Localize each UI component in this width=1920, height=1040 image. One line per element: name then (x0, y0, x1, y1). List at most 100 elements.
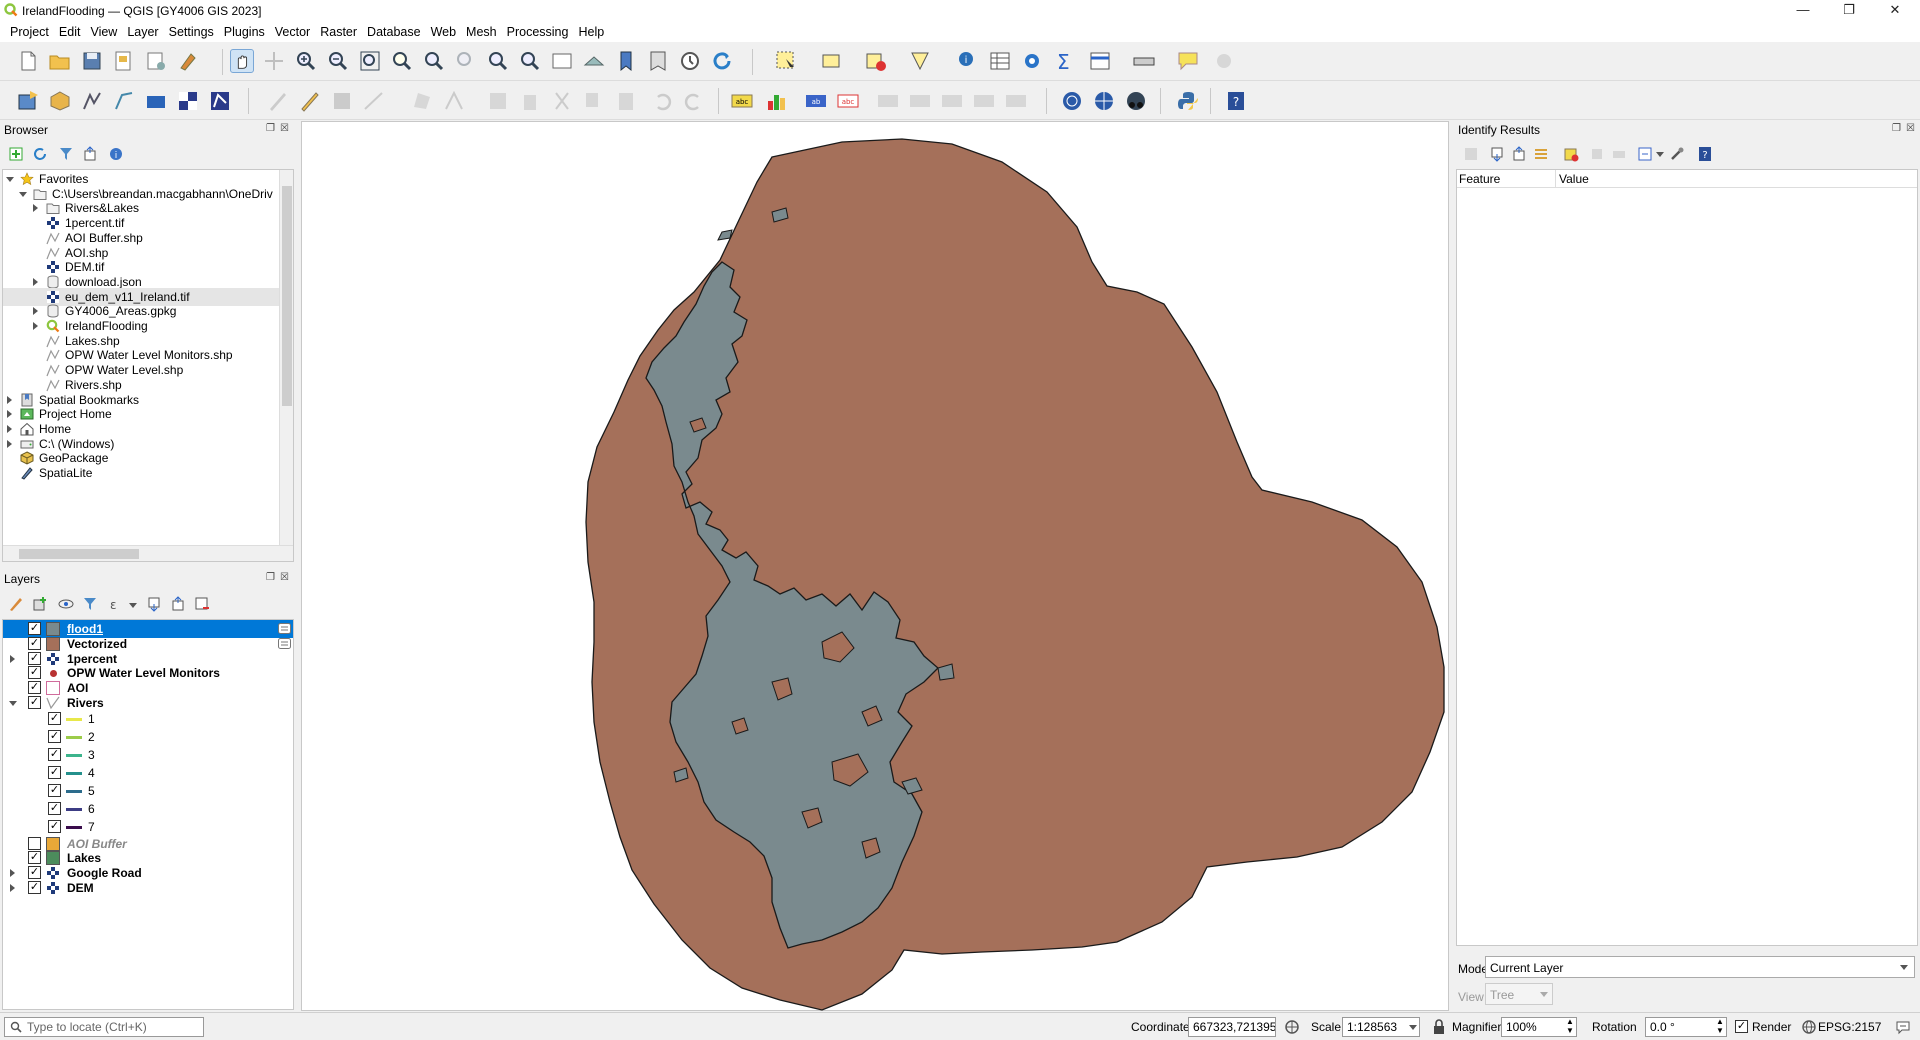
messages-icon[interactable] (1895, 1019, 1911, 1035)
chevron-down-icon[interactable] (1409, 1025, 1417, 1030)
menu-help[interactable]: Help (573, 22, 609, 39)
legend-class-item[interactable]: ✓ 6 (3, 800, 293, 818)
line-symbol-icon[interactable] (66, 736, 82, 739)
zoom-to-layer-icon[interactable] (422, 49, 446, 73)
label-toolbar-icon[interactable]: abc (730, 89, 754, 113)
float-dock-icon[interactable]: ❐ (266, 123, 275, 134)
add-polygon-icon[interactable] (410, 89, 434, 113)
expand-tree-icon[interactable] (1463, 146, 1479, 162)
add-group-icon[interactable] (32, 596, 48, 612)
open-project-icon[interactable] (48, 49, 72, 73)
refresh-icon[interactable] (710, 49, 734, 73)
layer-visibility-checkbox[interactable]: ✓ (48, 766, 61, 779)
statistical-summary-icon[interactable]: Σ (1052, 49, 1076, 73)
new-project-icon[interactable] (16, 49, 40, 73)
select-location-icon[interactable] (908, 49, 932, 73)
digitize-icon[interactable] (362, 89, 386, 113)
open-field-calculator-icon[interactable] (1088, 49, 1112, 73)
mode-select[interactable]: Current Layer (1485, 956, 1915, 978)
chevron-down-icon[interactable] (129, 603, 137, 608)
view-select[interactable]: Tree (1485, 983, 1553, 1005)
label-properties-icon[interactable] (1004, 89, 1028, 113)
filter-indicator-icon[interactable] (278, 623, 291, 634)
layer-visibility-checkbox[interactable]: ✓ (28, 866, 41, 879)
new-virtual-layer-icon[interactable] (144, 89, 168, 113)
lock-scale-icon[interactable] (1432, 1019, 1446, 1035)
chevron-right-icon[interactable] (33, 322, 38, 330)
select-features-icon[interactable] (774, 49, 798, 73)
remove-layer-icon[interactable] (194, 596, 210, 612)
identify-features-icon[interactable]: i (956, 49, 980, 73)
close-dock-icon[interactable]: ☒ (1906, 123, 1915, 134)
browser-horizontal-scrollbar[interactable] (3, 545, 293, 561)
redo-icon[interactable] (682, 89, 706, 113)
line-symbol-icon[interactable] (66, 790, 82, 793)
menu-edit[interactable]: Edit (54, 22, 86, 39)
refresh-browser-icon[interactable] (32, 146, 48, 162)
layer-visibility-checkbox[interactable]: ✓ (28, 622, 41, 635)
web-search-icon[interactable] (1092, 89, 1116, 113)
float-dock-icon[interactable]: ❐ (1892, 123, 1901, 134)
layer-visibility-checkbox[interactable]: ✓ (28, 681, 41, 694)
menu-plugins[interactable]: Plugins (219, 22, 270, 39)
chevron-right-icon[interactable] (33, 204, 38, 213)
layout-manager-icon[interactable] (144, 49, 168, 73)
toggle-editing-icon[interactable] (298, 89, 322, 113)
legend-class-item[interactable]: ✓ 2 (3, 728, 293, 746)
change-label-icon[interactable] (972, 89, 996, 113)
python-console-icon[interactable] (1176, 89, 1200, 113)
measure-line-icon[interactable] (1132, 49, 1156, 73)
gear-icon[interactable] (1212, 49, 1236, 73)
manage-map-themes-icon[interactable] (58, 596, 74, 612)
zoom-to-selection-icon[interactable] (390, 49, 414, 73)
coordinate-field[interactable]: 667323,721395 (1188, 1017, 1276, 1037)
show-bookmarks-icon[interactable] (646, 49, 670, 73)
legend-class-item[interactable]: ✓ 4 (3, 764, 293, 782)
legend-class-item[interactable]: ✓ 3 (3, 746, 293, 764)
zoom-full-icon[interactable] (358, 49, 382, 73)
vertex-tool-icon[interactable] (442, 89, 466, 113)
spinbox-arrows-icon[interactable]: ▲ ▼ (1566, 1018, 1574, 1035)
spinbox-arrows-icon[interactable]: ▲ ▼ (1716, 1018, 1724, 1035)
layer-visibility-checkbox[interactable]: ✓ (28, 637, 41, 650)
collapse-all-icon[interactable] (170, 596, 186, 612)
deselect-features-icon[interactable] (864, 49, 888, 73)
undo-icon[interactable] (650, 89, 674, 113)
layer-visibility-checkbox[interactable]: ✓ (48, 712, 61, 725)
pan-to-selection-icon[interactable] (262, 49, 286, 73)
highlight-pinned-labels-icon[interactable]: ab (804, 89, 828, 113)
zoom-native-icon[interactable] (454, 49, 478, 73)
identify-settings-icon[interactable] (1669, 146, 1685, 162)
map-canvas[interactable] (301, 121, 1449, 1011)
chevron-right-icon[interactable] (10, 884, 15, 892)
filter-by-expression-icon[interactable]: ε (108, 596, 124, 612)
magnifier-field[interactable]: 100% ▲ ▼ (1501, 1017, 1577, 1037)
chevron-right-icon[interactable] (10, 869, 15, 877)
layer-symbol-swatch[interactable] (46, 622, 60, 636)
menu-database[interactable]: Database (362, 22, 426, 39)
pin-unpin-labels-icon[interactable]: abc (836, 89, 860, 113)
diagram-options-icon[interactable] (764, 89, 788, 113)
edit-attributes-icon[interactable] (486, 89, 510, 113)
menu-web[interactable]: Web (426, 22, 461, 39)
menu-layer[interactable]: Layer (122, 22, 163, 39)
help-icon[interactable]: ? (1697, 146, 1713, 162)
menu-mesh[interactable]: Mesh (461, 22, 502, 39)
zoom-next-icon[interactable] (518, 49, 542, 73)
close-window-button[interactable]: ✕ (1872, 0, 1918, 22)
chevron-right-icon[interactable] (7, 395, 12, 404)
line-symbol-icon[interactable] (66, 826, 82, 829)
expand-all-icon[interactable] (1533, 146, 1549, 162)
close-dock-icon[interactable]: ☒ (280, 123, 289, 134)
layer-visibility-checkbox[interactable]: ✓ (48, 802, 61, 815)
pan-map-icon[interactable] (230, 49, 254, 73)
metasearch-icon[interactable] (1060, 89, 1084, 113)
new-geopackage-layer-icon[interactable] (48, 89, 72, 113)
filter-legend-icon[interactable] (82, 596, 98, 612)
menu-settings[interactable]: Settings (164, 22, 219, 39)
minimize-button[interactable]: — (1780, 0, 1826, 22)
copy-features-icon[interactable] (582, 89, 606, 113)
layer-symbol-swatch[interactable] (46, 851, 60, 865)
temporal-controller-icon[interactable] (678, 49, 702, 73)
render-checkbox[interactable]: ✓ (1735, 1020, 1748, 1033)
